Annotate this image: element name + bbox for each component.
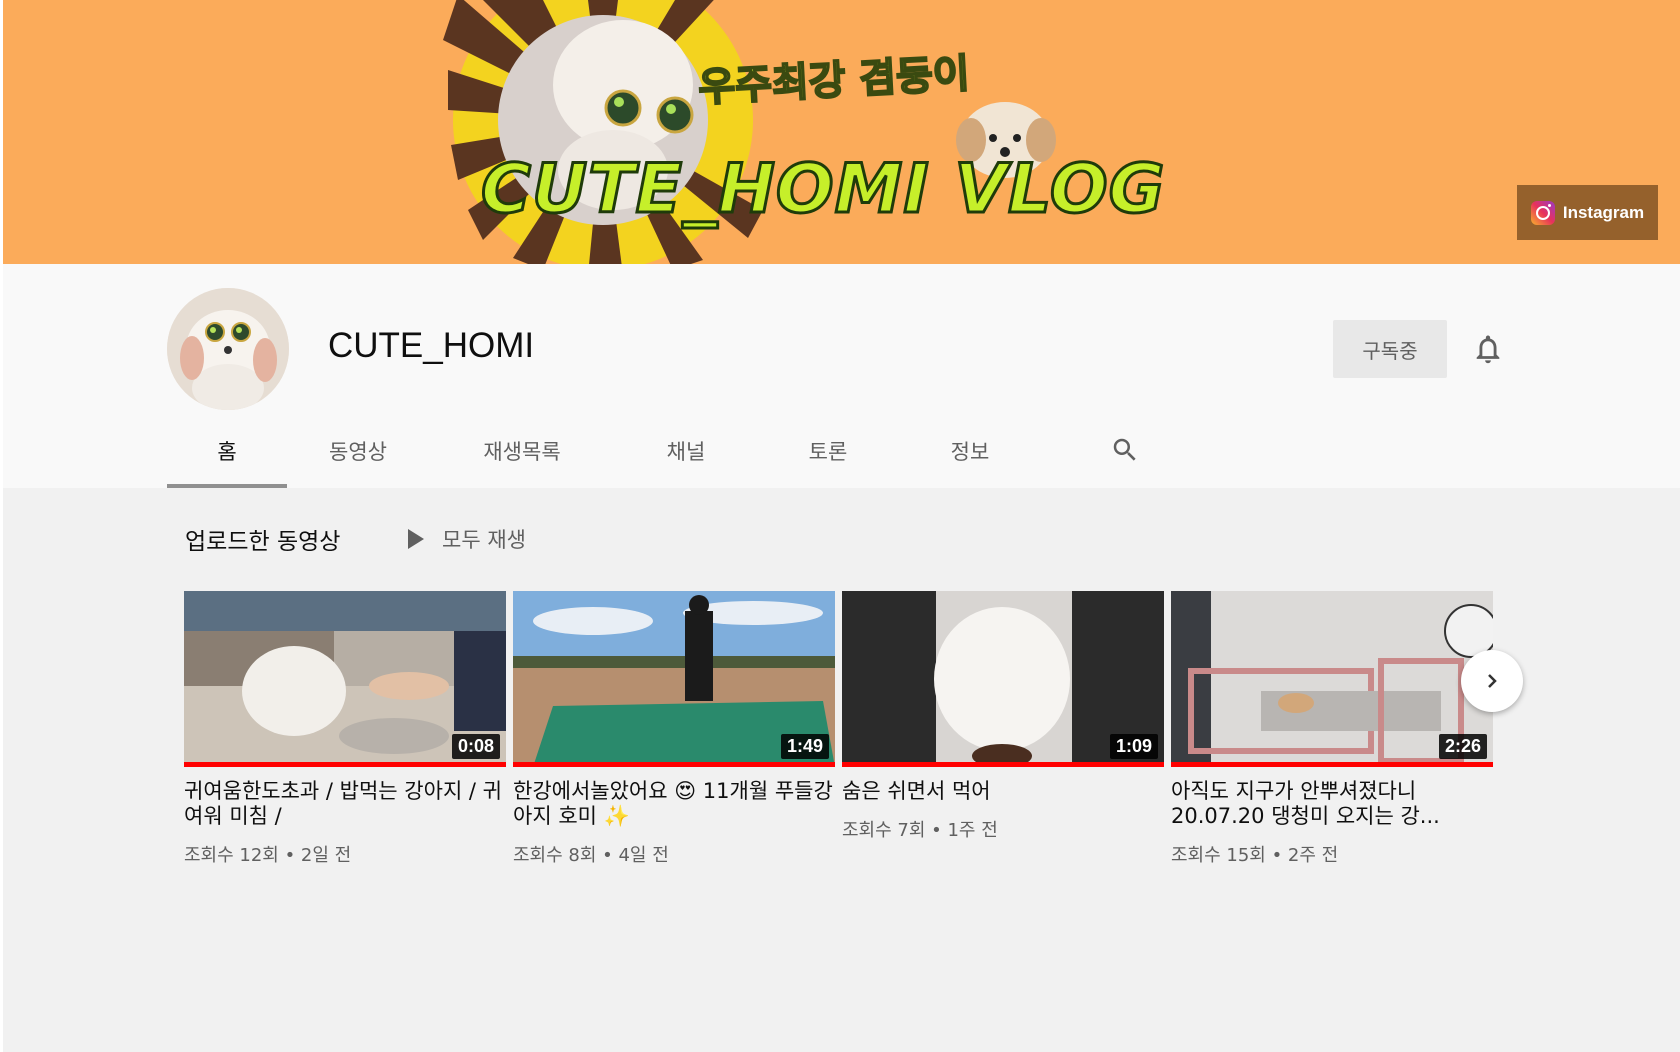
banner-title: CUTE_HOMI VLOG <box>479 149 1166 231</box>
instagram-link[interactable]: Instagram <box>1517 185 1658 240</box>
next-arrow-button[interactable] <box>1461 650 1523 712</box>
watched-progress-bar <box>1171 762 1493 767</box>
tab-channels-label: 채널 <box>666 440 706 464</box>
tab-playlists[interactable]: 재생목록 <box>429 414 615 488</box>
video-title[interactable]: 귀여움한도초과 / 밥먹는 강아지 / 귀여워 미침 / <box>184 779 506 829</box>
video-meta: 조회수 15회 • 2주 전 <box>1171 845 1339 866</box>
tab-about-label: 정보 <box>950 440 990 464</box>
tab-home-label: 홈 <box>217 440 237 464</box>
channel-name: CUTE_HOMI <box>328 326 535 365</box>
play-icon <box>408 529 424 549</box>
instagram-link-label: Instagram <box>1562 202 1645 222</box>
video-card[interactable]: 0:08 귀여움한도초과 / 밥먹는 강아지 / 귀여워 미침 / 조회수 12… <box>184 591 506 867</box>
video-thumbnail[interactable]: 2:26 <box>1171 591 1493 767</box>
video-meta: 조회수 8회 • 4일 전 <box>513 845 669 866</box>
video-title[interactable]: 숨은 쉬면서 먹어 <box>842 779 1164 804</box>
video-duration: 1:09 <box>1109 734 1158 759</box>
subscribed-button[interactable]: 구독중 <box>1333 320 1447 378</box>
video-title[interactable]: 한강에서놀았어요 😍 11개월 푸들강아지 호미 ✨ <box>513 779 835 829</box>
video-card[interactable]: 1:49 한강에서놀았어요 😍 11개월 푸들강아지 호미 ✨ 조회수 8회 •… <box>513 591 835 867</box>
channel-avatar[interactable] <box>167 288 289 410</box>
video-card[interactable]: 2:26 아직도 지구가 안뿌셔졌다니 20.07.20 댕청미 오지는 강..… <box>1171 591 1493 867</box>
tab-videos[interactable]: 동영상 <box>287 414 429 488</box>
play-all-label: 모두 재생 <box>442 528 526 552</box>
video-meta: 조회수 12회 • 2일 전 <box>184 845 352 866</box>
watched-progress-bar <box>184 762 506 767</box>
tab-discussion-label: 토론 <box>808 440 848 464</box>
tab-about[interactable]: 정보 <box>899 414 1041 488</box>
tab-discussion[interactable]: 토론 <box>757 414 899 488</box>
video-meta: 조회수 7회 • 1주 전 <box>842 820 998 841</box>
search-icon[interactable] <box>1110 435 1140 465</box>
watched-progress-bar <box>842 762 1164 767</box>
channel-header: CUTE_HOMI 구독중 홈 동영상 재생목록 채널 토론 정보 <box>3 264 1680 488</box>
avatar-image <box>167 288 289 410</box>
video-duration: 0:08 <box>451 734 500 759</box>
bell-icon[interactable] <box>1471 332 1505 366</box>
tab-videos-label: 동영상 <box>329 440 387 464</box>
tab-playlists-label: 재생목록 <box>483 440 561 464</box>
chevron-right-icon <box>1488 674 1497 688</box>
video-card[interactable]: 1:09 숨은 쉬면서 먹어 조회수 7회 • 1주 전 <box>842 591 1164 842</box>
watched-progress-bar <box>513 762 835 767</box>
video-thumbnail[interactable]: 1:09 <box>842 591 1164 767</box>
video-thumbnail[interactable]: 0:08 <box>184 591 506 767</box>
tab-channels[interactable]: 채널 <box>615 414 757 488</box>
section-title: 업로드한 동영상 <box>185 529 341 555</box>
home-content: 업로드한 동영상 모두 재생 0:08 귀여움한도초과 / 밥먹는 강아지 / … <box>3 488 1680 1052</box>
page: 우주최강 겸둥이 CUTE_HOMI VLOG Instagram CUTE_H… <box>0 0 1680 1052</box>
channel-tabs: 홈 동영상 재생목록 채널 토론 정보 <box>167 414 1041 488</box>
play-all-button[interactable]: 모두 재생 <box>408 522 526 556</box>
video-thumbnail[interactable]: 1:49 <box>513 591 835 767</box>
video-duration: 2:26 <box>1438 734 1487 759</box>
instagram-icon <box>1530 200 1555 225</box>
video-duration: 1:49 <box>780 734 829 759</box>
video-title[interactable]: 아직도 지구가 안뿌셔졌다니 20.07.20 댕청미 오지는 강... <box>1171 779 1493 829</box>
tab-home[interactable]: 홈 <box>167 414 287 488</box>
channel-banner: 우주최강 겸둥이 CUTE_HOMI VLOG Instagram <box>3 0 1680 264</box>
